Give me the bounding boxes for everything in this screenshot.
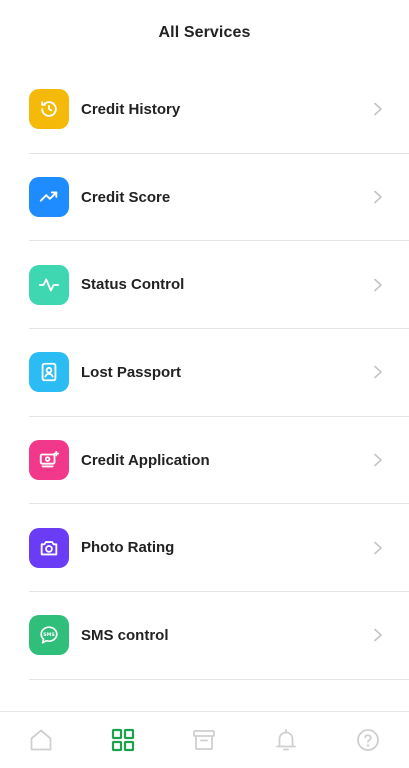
home-icon — [28, 727, 54, 753]
header: All Services — [0, 0, 409, 66]
nav-notifications[interactable] — [261, 720, 311, 760]
help-icon — [355, 727, 381, 753]
service-item-sms-control[interactable]: SMS SMS control — [29, 592, 409, 680]
service-label: SMS control — [81, 626, 169, 644]
grid-icon — [110, 727, 136, 753]
nav-help[interactable] — [343, 720, 393, 760]
page-title: All Services — [158, 24, 251, 41]
service-item-credit-application[interactable]: Credit Application — [29, 417, 409, 505]
chevron-right-icon — [373, 453, 383, 467]
sms-icon-text: SMS — [43, 633, 55, 639]
chevron-right-icon — [373, 541, 383, 555]
service-label: Credit Score — [81, 188, 171, 206]
bell-icon — [273, 727, 299, 753]
service-list: Credit History Credit Score Status Contr… — [0, 66, 409, 680]
sms-icon: SMS — [29, 615, 69, 656]
service-label: Status Control — [81, 276, 185, 294]
service-item-status-control[interactable]: Status Control — [29, 241, 409, 330]
trending-up-icon — [29, 177, 69, 218]
service-item-credit-history[interactable]: Credit History — [29, 66, 409, 154]
chevron-right-icon — [373, 102, 383, 116]
chevron-right-icon — [373, 190, 383, 204]
service-item-credit-score[interactable]: Credit Score — [29, 154, 409, 242]
nav-archive[interactable] — [179, 720, 229, 760]
bottom-navigation — [0, 711, 409, 768]
service-label: Lost Passport — [81, 363, 182, 381]
id-card-icon — [29, 352, 69, 393]
chevron-right-icon — [373, 278, 383, 292]
nav-home[interactable] — [16, 720, 66, 760]
camera-icon — [29, 527, 69, 568]
service-item-lost-passport[interactable]: Lost Passport — [29, 329, 409, 417]
service-label: Credit Application — [81, 451, 210, 469]
service-item-photo-rating[interactable]: Photo Rating — [29, 504, 409, 593]
service-label: Credit History — [81, 100, 181, 118]
archive-icon — [191, 727, 217, 753]
chevron-right-icon — [373, 628, 383, 642]
chevron-right-icon — [373, 365, 383, 379]
nav-services[interactable] — [98, 720, 148, 760]
pulse-icon — [29, 264, 69, 305]
service-label: Photo Rating — [81, 539, 175, 557]
history-icon — [29, 89, 69, 130]
card-add-icon — [29, 440, 69, 481]
